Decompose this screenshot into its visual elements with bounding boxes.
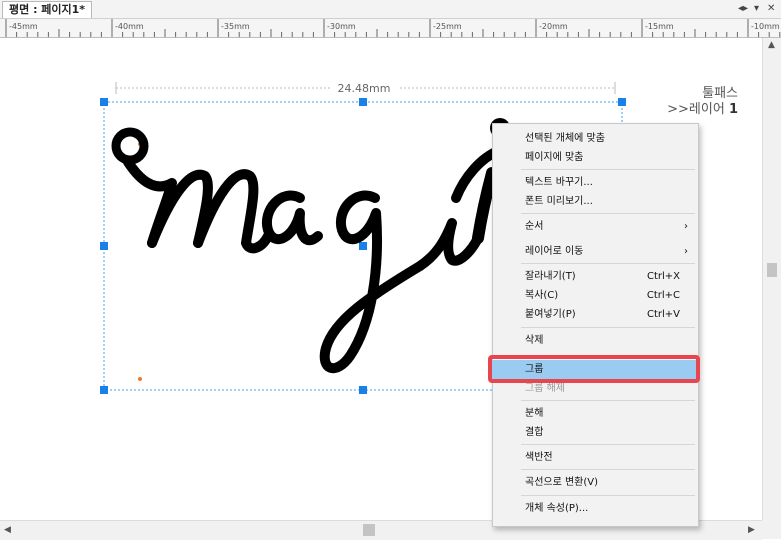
menu-item[interactable]: 순서 › <box>493 217 698 236</box>
menu-item[interactable]: 잘라내기(T) Ctrl+X <box>493 267 698 286</box>
menu-item[interactable]: 복사(C) Ctrl+C <box>493 286 698 305</box>
menu-item-label: 폰트 미리보기... <box>525 196 593 207</box>
menu-item[interactable]: 붙여넣기(P) Ctrl+V <box>493 305 698 324</box>
scroll-right-icon[interactable]: ▶ <box>748 525 755 535</box>
menu-item-shortcut: Ctrl+V <box>646 309 680 320</box>
handle-bottom-center <box>359 386 367 394</box>
ruler-label: -25mm <box>433 22 462 31</box>
menu-separator <box>521 469 695 470</box>
menu-item-label: 결합 <box>525 427 544 438</box>
ruler-label: -35mm <box>221 22 250 31</box>
scroll-corner <box>762 520 781 539</box>
menu-item-label: 복사(C) <box>525 290 559 301</box>
scroll-left-icon[interactable]: ◀ <box>4 525 11 535</box>
menu-item[interactable]: 페이지에 맞춤 <box>493 148 698 167</box>
menu-item[interactable]: 선택된 개체에 맞춤 <box>493 129 698 148</box>
menu-item[interactable]: 폰트 미리보기... <box>493 192 698 211</box>
layer-name: 툴패스 <box>702 86 738 101</box>
layer-indicator: 툴패스 >>레이어 1 <box>667 86 738 118</box>
ruler-label: -45mm <box>9 22 38 31</box>
chevron-right-icon: › <box>684 246 688 257</box>
handle-bottom-left <box>100 386 108 394</box>
menu-separator <box>521 495 695 496</box>
menu-item-label: 곡선으로 변환(V) <box>525 477 599 488</box>
menu-item-label: 페이지에 맞춤 <box>525 152 584 163</box>
scroll-up-icon[interactable]: ▲ <box>768 40 775 50</box>
menu-item-label: 삭제 <box>525 335 544 346</box>
ruler-label: -40mm <box>115 22 144 31</box>
annotation-highlight-box <box>488 355 700 383</box>
horizontal-ruler[interactable]: -45mm -40mm -35mm -30mm -25mm -20mm -15mm -10mm <box>0 19 781 38</box>
handle-top-left <box>100 98 108 106</box>
menu-item-label: 붙여넣기(P) <box>525 309 576 320</box>
menu-separator <box>521 263 695 264</box>
menu-item[interactable]: 개체 속성(P)... <box>493 499 698 518</box>
horizontal-scroll-thumb[interactable] <box>363 524 375 536</box>
vertical-scroll-thumb[interactable] <box>767 263 777 277</box>
ruler-label: -30mm <box>327 22 356 31</box>
magic-script-artwork <box>111 118 510 374</box>
menu-item[interactable]: 텍스트 바꾸기... <box>493 173 698 192</box>
ruler-label: -20mm <box>539 22 568 31</box>
menu-item-label: 개체 속성(P)... <box>525 503 589 514</box>
dimension-label: 24.48mm <box>338 82 391 95</box>
document-tab[interactable]: 평면 : 페이지1* <box>2 1 93 18</box>
menu-separator <box>521 444 695 445</box>
handle-center <box>359 242 367 250</box>
layer-sub-label: >>레이어 <box>667 102 729 117</box>
context-menu: 선택된 개체에 맞춤페이지에 맞춤텍스트 바꾸기... 폰트 미리보기... 순서 ›… <box>490 123 699 527</box>
node-marker <box>138 377 142 381</box>
close-icon[interactable]: ✕ <box>767 1 775 17</box>
tab-scroll-icon[interactable]: ◂▸ <box>738 1 748 17</box>
ruler-label: -10mm <box>751 22 780 31</box>
menu-separator <box>521 213 695 214</box>
menu-item-label: 색반전 <box>525 452 553 463</box>
menu-item-label: 순서 <box>525 221 544 232</box>
layer-number: 1 <box>728 102 738 117</box>
ruler-ticks: -45mm -40mm -35mm -30mm -25mm -20mm -15mm -10mm <box>5 19 781 37</box>
handle-top-right <box>618 98 626 106</box>
menu-item[interactable]: 레이어로 이동 › <box>493 242 698 261</box>
handle-top-center <box>359 98 367 106</box>
menu-separator <box>521 400 695 401</box>
menu-item[interactable]: 색반전 <box>493 448 698 467</box>
menu-item-label: 분해 <box>525 408 544 419</box>
menu-separator <box>521 169 695 170</box>
ruler-label: -15mm <box>645 22 674 31</box>
document-tab-bar: 평면 : 페이지1* ◂▸ ▾ ✕ <box>0 0 781 19</box>
menu-item[interactable]: 결합 <box>493 423 698 442</box>
menu-item-shortcut: Ctrl+X <box>646 271 680 282</box>
menu-item-shortcut: Ctrl+C <box>646 290 680 301</box>
menu-item-label: 잘라내기(T) <box>525 271 576 282</box>
menu-item-label: 텍스트 바꾸기... <box>525 177 593 188</box>
handle-middle-left <box>100 242 108 250</box>
menu-item[interactable]: 분해 <box>493 404 698 423</box>
menu-item-label: 선택된 개체에 맞춤 <box>525 133 605 144</box>
menu-item-label: 레이어로 이동 <box>525 246 584 257</box>
tab-list-icon[interactable]: ▾ <box>754 1 759 17</box>
chevron-right-icon: › <box>684 221 688 232</box>
menu-item[interactable]: 곡선으로 변환(V) <box>493 473 698 492</box>
menu-item[interactable]: 삭제 <box>493 331 698 350</box>
vertical-scrollbar[interactable]: ▲ <box>762 38 781 520</box>
menu-separator <box>521 327 695 328</box>
